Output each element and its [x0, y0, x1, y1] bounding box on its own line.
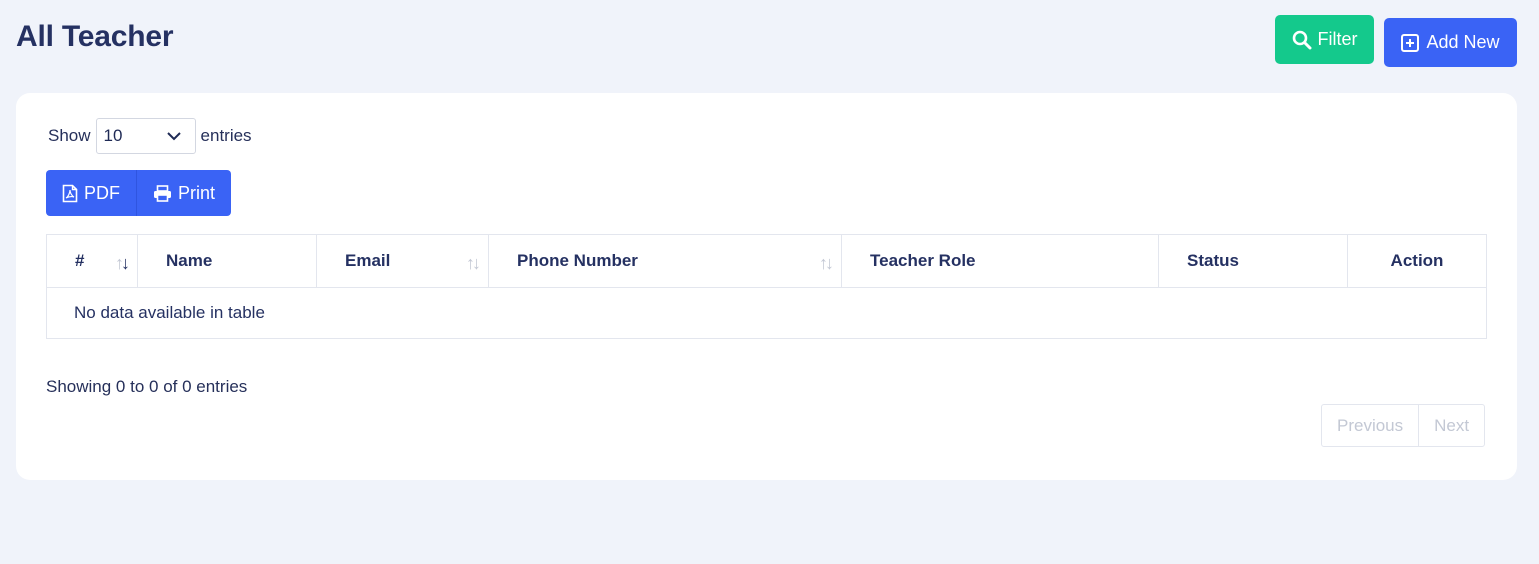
- plus-square-icon: [1401, 33, 1420, 52]
- page-title: All Teacher: [16, 20, 174, 53]
- entries-label: entries: [200, 126, 252, 145]
- column-header-name[interactable]: Name: [137, 234, 317, 288]
- print-label: Print: [178, 182, 216, 203]
- add-new-label: Add New: [1426, 32, 1500, 52]
- teacher-table: # ↑↓ Name Email ↑↓ Phone Number ↑↓ Teach…: [46, 234, 1487, 339]
- teacher-list-card: Show 10 entries PDF Print # ↑↓ Name Emai…: [16, 93, 1517, 480]
- column-header-phone-number[interactable]: Phone Number ↑↓: [488, 234, 842, 288]
- sort-icon: ↑↓: [115, 253, 130, 273]
- empty-table-message: No data available in table: [74, 303, 265, 322]
- next-page-button[interactable]: Next: [1418, 405, 1484, 446]
- entries-select[interactable]: 10: [95, 118, 196, 154]
- pdf-button[interactable]: PDF: [46, 170, 136, 216]
- column-header-teacher-role[interactable]: Teacher Role: [841, 234, 1159, 288]
- show-label: Show: [48, 126, 91, 145]
- column-header-status[interactable]: Status: [1158, 234, 1348, 288]
- table-info: Showing 0 to 0 of 0 entries: [46, 377, 248, 396]
- chevron-down-icon: [166, 131, 181, 141]
- previous-page-button[interactable]: Previous: [1322, 405, 1418, 446]
- table-header-row: # ↑↓ Name Email ↑↓ Phone Number ↑↓ Teach…: [46, 234, 1487, 288]
- entries-select-value: 10: [103, 126, 123, 145]
- search-icon: [1292, 30, 1312, 50]
- column-header-index[interactable]: # ↑↓: [46, 234, 138, 288]
- sort-icon: ↑↓: [466, 253, 481, 273]
- printer-icon: [153, 184, 172, 202]
- print-button[interactable]: Print: [136, 170, 231, 216]
- export-button-group: PDF Print: [46, 170, 232, 216]
- entries-length-control: Show 10 entries: [48, 118, 252, 154]
- add-new-button[interactable]: Add New: [1384, 18, 1517, 67]
- pagination: Previous Next: [1321, 404, 1486, 447]
- filter-button[interactable]: Filter: [1275, 15, 1374, 64]
- pdf-file-icon: [62, 184, 78, 203]
- column-header-email[interactable]: Email ↑↓: [316, 234, 489, 288]
- filter-label: Filter: [1317, 29, 1358, 49]
- table-row: No data available in table: [47, 288, 1487, 339]
- sort-icon: ↑↓: [819, 253, 834, 273]
- column-header-action: Action: [1347, 234, 1487, 288]
- pdf-label: PDF: [84, 182, 120, 203]
